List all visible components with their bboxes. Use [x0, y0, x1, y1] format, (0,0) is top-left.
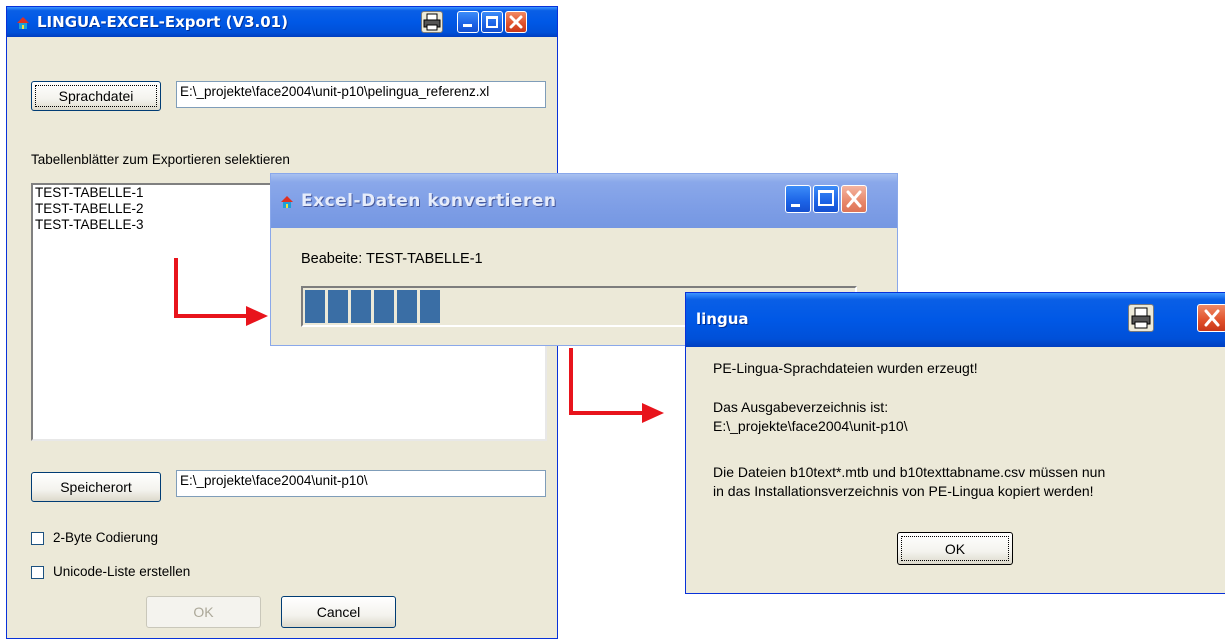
message-line-2: Das Ausgabeverzeichnis ist:	[713, 399, 889, 415]
message-titlebar[interactable]: lingua	[686, 293, 1225, 347]
minimize-icon	[791, 204, 800, 207]
cancel-button-label: Cancel	[316, 604, 361, 620]
app-icon	[281, 196, 293, 208]
checkbox-2byte-label: 2-Byte Codierung	[53, 530, 159, 545]
progress-block	[351, 290, 371, 323]
checkbox-2byte[interactable]	[31, 532, 44, 545]
close-icon	[846, 190, 862, 208]
checkbox-unicode[interactable]	[31, 566, 44, 579]
maximize-icon	[818, 190, 834, 206]
checkbox-unicode-label: Unicode-Liste erstellen	[53, 564, 191, 579]
close-button[interactable]	[841, 185, 867, 213]
message-line-5: in das Installationsverzeichnis von PE-L…	[713, 483, 1094, 499]
maximize-button[interactable]	[813, 185, 839, 213]
convert-titlebar[interactable]: Excel-Daten konvertieren	[271, 174, 897, 228]
message-box: lingua PE-Lingua-Sprachdateien wurden er…	[685, 292, 1225, 594]
main-titlebar[interactable]: LINGUA-EXCEL-Export (V3.01)	[7, 7, 557, 37]
minimize-button[interactable]	[457, 11, 479, 33]
save-location-button-label: Speicherort	[60, 479, 132, 495]
convert-window-title: Excel-Daten konvertieren	[301, 191, 557, 211]
convert-status: Beabeite: TEST-TABELLE-1	[301, 251, 483, 267]
language-file-button[interactable]: Sprachdatei	[31, 81, 161, 111]
close-button[interactable]	[505, 11, 527, 33]
printer-icon[interactable]	[421, 11, 443, 33]
message-line-4: Die Dateien b10text*.mtb und b10texttabn…	[713, 464, 1106, 480]
printer-icon[interactable]	[1128, 304, 1154, 332]
message-line-1: PE-Lingua-Sprachdateien wurden erzeugt!	[713, 360, 978, 376]
language-file-path-field[interactable]: E:\_projekte\face2004\unit-p10\pelingua_…	[176, 81, 546, 108]
message-line-3: E:\_projekte\face2004\unit-p10\	[713, 418, 908, 434]
message-box-title: lingua	[696, 310, 749, 328]
minimize-button[interactable]	[785, 185, 811, 213]
close-icon	[509, 15, 523, 29]
progress-block	[374, 290, 394, 323]
sheets-label: Tabellenblätter zum Exportieren selektie…	[31, 152, 290, 167]
main-window-title: LINGUA-EXCEL-Export (V3.01)	[37, 13, 288, 31]
maximize-button[interactable]	[481, 11, 503, 33]
save-location-path-field[interactable]: E:\_projekte\face2004\unit-p10\	[176, 470, 546, 497]
save-location-button[interactable]: Speicherort	[31, 472, 161, 502]
cancel-button[interactable]: Cancel	[281, 596, 396, 628]
progress-block	[420, 290, 440, 323]
progress-block	[328, 290, 348, 323]
progress-block	[305, 290, 325, 323]
ok-button-label: OK	[193, 604, 214, 620]
ok-button[interactable]: OK	[146, 596, 261, 628]
close-icon	[1204, 309, 1220, 327]
minimize-icon	[463, 24, 472, 27]
close-button[interactable]	[1197, 304, 1225, 332]
message-ok-button[interactable]: OK	[897, 532, 1013, 565]
app-icon	[17, 17, 29, 29]
maximize-icon	[486, 16, 498, 28]
progress-block	[397, 290, 417, 323]
